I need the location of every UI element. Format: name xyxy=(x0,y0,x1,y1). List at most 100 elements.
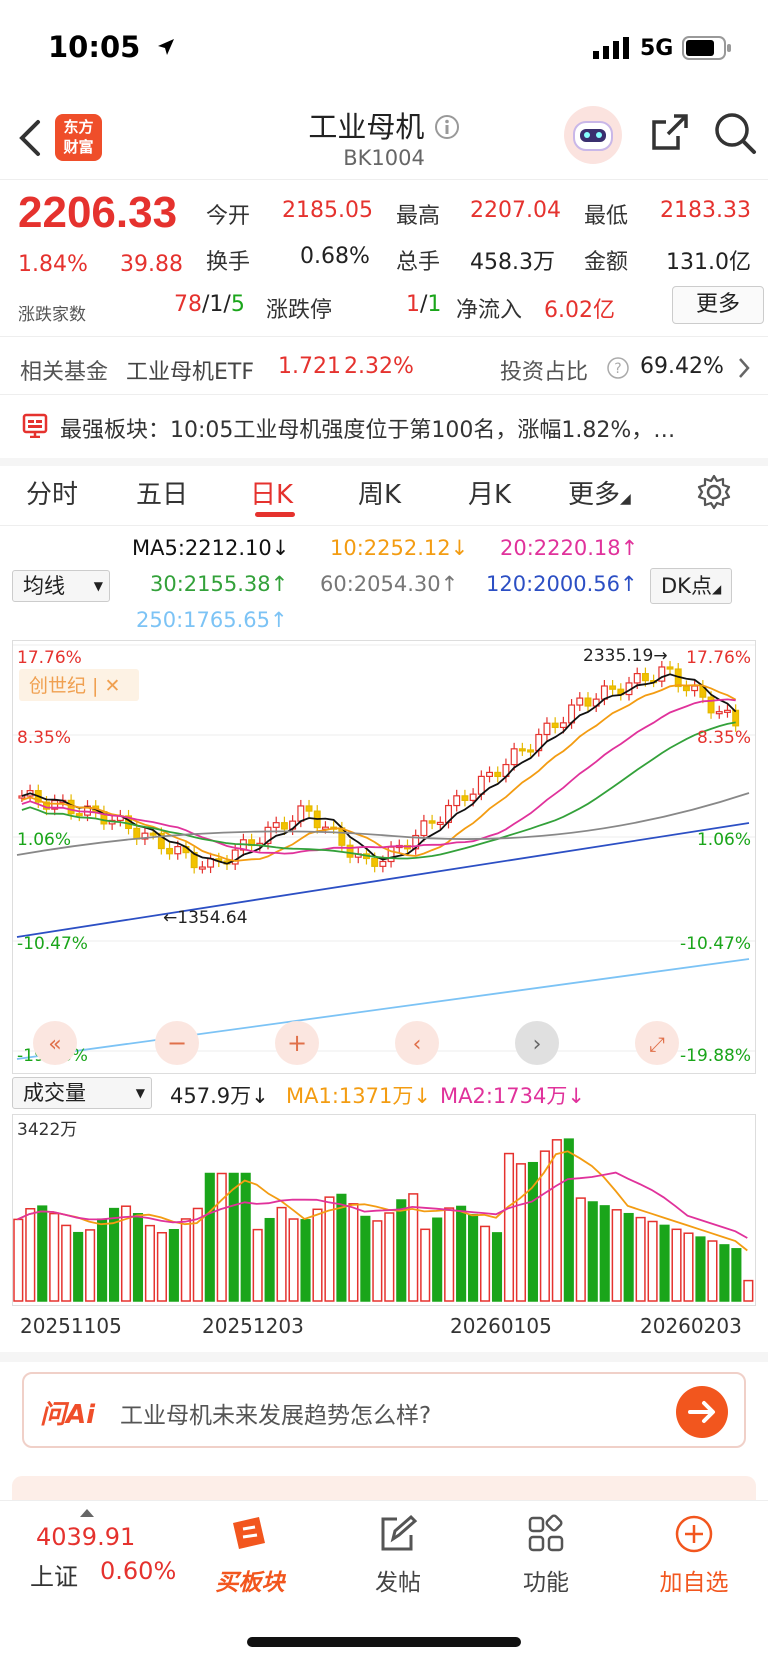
pct-top-right: 17.76% xyxy=(686,648,751,668)
tab-monthly-k[interactable]: 月K xyxy=(468,474,511,511)
turnover-label: 换手 xyxy=(206,250,251,275)
candle-body xyxy=(461,795,469,802)
ask-ai-prompt: 工业母机未来发展趋势怎么样? xyxy=(120,1403,432,1429)
candle-body xyxy=(551,722,559,729)
nav-post[interactable]: 发帖 xyxy=(348,1513,448,1597)
volume-bar xyxy=(479,1225,491,1302)
volume-bar xyxy=(623,1212,634,1302)
kline-chart[interactable]: 17.76% 8.35% 1.06% -10.47% -19.88% 17.76… xyxy=(12,640,756,1074)
ask-ai-submit-arrow-icon[interactable] xyxy=(674,1384,730,1440)
info-icon[interactable] xyxy=(434,114,460,140)
pct-mid-up-left: 8.35% xyxy=(17,728,71,748)
tab-daily-k[interactable]: 日K xyxy=(250,474,293,511)
volume-bar xyxy=(216,1172,227,1302)
grid-functions-icon xyxy=(528,1514,564,1552)
svg-text:›: › xyxy=(533,1032,542,1057)
pct-mid-down-right: -10.47% xyxy=(680,934,751,954)
index-pct[interactable]: 0.60% xyxy=(100,1557,176,1585)
kline-svg[interactable]: 17.76% 8.35% 1.06% -10.47% -19.88% 17.76… xyxy=(13,641,755,1073)
ma-selector[interactable]: 均线 ▼ xyxy=(12,570,110,602)
battery-icon xyxy=(682,36,731,60)
candle-body xyxy=(166,847,174,855)
nav-functions[interactable]: 功能 xyxy=(496,1513,596,1597)
date-tick-1: 20251105 xyxy=(20,1314,122,1338)
candle-body xyxy=(576,697,584,706)
volume-bar xyxy=(432,1217,443,1302)
quote-panel: 2206.33 1.84% 39.88 涨跌家数 今开 2185.05 最高 2… xyxy=(0,182,768,332)
search-icon[interactable] xyxy=(712,110,758,156)
candle-body xyxy=(477,775,485,795)
stock-tag[interactable]: 创世纪 | ✕ xyxy=(29,675,120,697)
tab-five-day[interactable]: 五日 xyxy=(136,474,188,511)
volume-bar xyxy=(575,1197,586,1302)
tab-intraday[interactable]: 分时 xyxy=(26,474,78,511)
volume-bar xyxy=(635,1216,646,1302)
nav-buy-board[interactable]: 买板块 xyxy=(200,1513,300,1597)
candle-body xyxy=(723,709,731,713)
location-icon xyxy=(158,39,174,55)
volume-bar xyxy=(647,1220,658,1302)
related-fund-row[interactable]: 相关基金 工业母机ETF 1.721 2.32% 投资占比 ? 69.42% xyxy=(0,340,768,392)
candle-body xyxy=(682,685,690,692)
volume-bar xyxy=(563,1138,574,1302)
tab-more[interactable]: 更多◢ xyxy=(568,474,631,511)
candle-body xyxy=(379,860,387,867)
candle-body xyxy=(543,722,551,736)
volume-bar xyxy=(719,1244,730,1302)
header: 东方 财富 工业母机 BK1004 xyxy=(0,100,768,180)
svg-text:⤢: ⤢ xyxy=(649,1032,665,1056)
ask-ai-box[interactable]: 问Ai 工业母机未来发展趋势怎么样? xyxy=(22,1372,746,1448)
candle-body xyxy=(198,866,206,870)
status-bar: 10:05 5G xyxy=(0,0,768,100)
inflow-value: 6.02亿 xyxy=(544,298,615,323)
volume-bar xyxy=(372,1220,383,1302)
low-marker-label: ←1354.64 xyxy=(163,908,248,928)
divider xyxy=(0,1352,768,1362)
help-icon[interactable]: ? xyxy=(606,356,630,380)
volume-chart[interactable]: 3422万 xyxy=(12,1114,756,1306)
candle-body xyxy=(609,685,617,690)
share-icon[interactable] xyxy=(648,112,690,154)
volume-bar xyxy=(671,1228,682,1302)
more-button[interactable]: 更多 xyxy=(672,286,764,324)
fund-price: 1.721 xyxy=(278,354,341,379)
candle-body xyxy=(18,795,26,799)
news-ticker[interactable]: 最强板块：10:05工业母机强度位于第100名，涨幅1.82%，… xyxy=(0,398,768,454)
volume-bar xyxy=(503,1152,515,1302)
volume-bar xyxy=(707,1240,718,1302)
candle-body xyxy=(486,771,494,777)
candle-body xyxy=(633,673,641,684)
tab-weekly-k[interactable]: 周K xyxy=(358,474,401,511)
index-name[interactable]: 上证 xyxy=(30,1557,78,1592)
volume-bar xyxy=(49,1212,60,1302)
volume-bar xyxy=(25,1207,36,1302)
high-label: 最高 xyxy=(396,204,441,229)
volume-indicator-selector[interactable]: 成交量 ▼ xyxy=(12,1077,152,1109)
dk-point-toggle[interactable]: DK点◢ xyxy=(650,568,732,604)
candle-body xyxy=(641,673,649,682)
fund-label: 相关基金 xyxy=(20,360,109,385)
index-value[interactable]: 4039.91 xyxy=(36,1523,135,1551)
settings-gear-icon[interactable] xyxy=(696,474,732,510)
candle-body xyxy=(691,685,699,692)
candle-body xyxy=(584,697,592,707)
low-label: 最低 xyxy=(584,204,629,229)
candle-body xyxy=(707,696,715,714)
volume-bar xyxy=(13,1218,24,1302)
volume-bar xyxy=(360,1215,371,1302)
volume-bar xyxy=(180,1218,191,1302)
signal-icon xyxy=(593,37,629,59)
nav-add-watchlist[interactable]: 加自选 xyxy=(644,1513,744,1597)
high-value: 2207.04 xyxy=(470,198,561,223)
candle-body xyxy=(174,846,182,855)
breadth-label: 涨跌家数 xyxy=(18,305,86,325)
expand-up-icon[interactable] xyxy=(80,1507,94,1517)
candle-body xyxy=(305,805,313,812)
volume-bar xyxy=(491,1232,503,1302)
svg-text:«: « xyxy=(48,1032,61,1057)
pct-bottom-right: -19.88% xyxy=(680,1046,751,1066)
volume-ma1: MA1:1371万↓ xyxy=(286,1084,431,1108)
volume-bar xyxy=(515,1163,527,1302)
volume-bar xyxy=(97,1218,108,1302)
robot-assistant-icon[interactable] xyxy=(562,104,624,166)
